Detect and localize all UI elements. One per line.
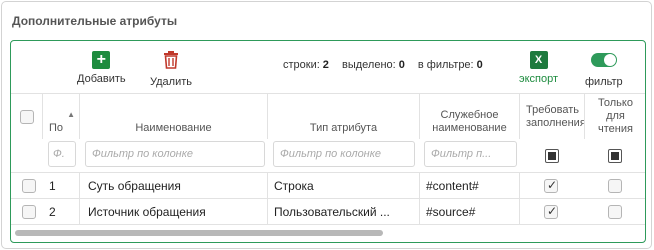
panel-title: Дополнительные атрибуты <box>12 14 178 28</box>
name-cell: Источник обращения <box>80 199 268 225</box>
filter-name-input[interactable]: Фильтр по колонке <box>85 141 265 167</box>
filter-order-input[interactable]: Ф. <box>48 141 76 167</box>
type-cell: Пользовательский ... <box>268 199 420 225</box>
grid-panel: + Добавить Удалить строки: 2 выделено: 0 в… <box>10 40 646 243</box>
delete-button-label: Удалить <box>150 76 192 88</box>
in-filter-label: в фильтре: <box>417 59 474 71</box>
filter-readonly-checkbox[interactable] <box>608 149 622 163</box>
filter-row: Ф. Фильтр по колонке Фильтр по колонке Ф… <box>11 139 645 173</box>
row-select-checkbox[interactable] <box>22 205 36 219</box>
column-header-name-label: Наименование <box>135 122 212 134</box>
name-cell: Суть обращения <box>80 173 268 199</box>
type-cell: Строка <box>268 173 420 199</box>
table-row[interactable]: 1 Суть обращения Строка #content# <box>11 173 645 199</box>
column-header-order[interactable]: По ▲ <box>43 93 80 139</box>
scrollbar-thumb[interactable] <box>15 230 383 236</box>
readonly-checkbox[interactable] <box>608 205 622 219</box>
sort-asc-icon: ▲ <box>67 110 75 119</box>
table-row[interactable]: 2 Источник обращения Пользовательский ..… <box>11 199 645 225</box>
column-header-readonly[interactable]: Только для чтения <box>585 93 645 139</box>
filter-service-input[interactable]: Фильтр п... <box>424 141 517 167</box>
column-header-service-name-label: Служебное наименование <box>432 109 507 134</box>
select-all-header <box>11 93 43 139</box>
export-button-label: экспорт <box>519 73 559 85</box>
filter-toggle-label: фильтр <box>585 76 623 88</box>
column-header-required[interactable]: Требовать заполнения <box>520 93 585 139</box>
column-header-required-label: Требовать заполнения <box>526 103 585 129</box>
selected-value: 0 <box>398 59 405 71</box>
export-button[interactable]: X экспорт <box>519 51 558 85</box>
attributes-card: Дополнительные атрибуты + Добавить Удали… <box>1 1 652 249</box>
row-select-checkbox[interactable] <box>22 179 36 193</box>
service-name-cell: #source# <box>420 199 520 225</box>
column-header-service-name[interactable]: Служебное наименование <box>420 93 520 139</box>
attributes-grid: По ▲ Наименование Тип атрибута Служебное… <box>11 93 645 242</box>
filter-type-input[interactable]: Фильтр по колонке <box>273 141 415 167</box>
selected-label: выделено: <box>341 59 396 71</box>
add-button[interactable]: + Добавить <box>77 51 126 85</box>
filter-toggle[interactable]: фильтр <box>585 53 623 88</box>
toggle-switch-icon <box>590 53 617 67</box>
delete-button[interactable]: Удалить <box>150 51 192 88</box>
service-name-cell: #content# <box>420 173 520 199</box>
filter-required-checkbox[interactable] <box>545 149 559 163</box>
column-header-type[interactable]: Тип атрибута <box>268 93 420 139</box>
rows-value: 2 <box>322 59 329 71</box>
plus-icon: + <box>92 51 111 69</box>
column-header-order-label: По <box>49 122 64 134</box>
horizontal-scrollbar[interactable] <box>15 229 641 237</box>
order-cell: 1 <box>43 173 80 199</box>
add-button-label: Добавить <box>77 73 126 85</box>
required-checkbox[interactable] <box>544 204 558 219</box>
in-filter-value: 0 <box>476 59 483 71</box>
readonly-checkbox[interactable] <box>608 179 622 193</box>
column-header-type-label: Тип атрибута <box>309 122 378 134</box>
required-checkbox[interactable] <box>544 178 558 193</box>
column-header-name[interactable]: Наименование <box>80 93 268 139</box>
excel-icon: X <box>529 51 548 69</box>
grid-counts: строки: 2 выделено: 0 в фильтре: 0 <box>283 59 493 71</box>
order-cell: 2 <box>43 199 80 225</box>
select-all-checkbox[interactable] <box>19 109 34 124</box>
trash-icon <box>163 51 179 72</box>
column-header-readonly-label: Только для чтения <box>598 97 633 135</box>
rows-label: строки: <box>283 59 320 71</box>
